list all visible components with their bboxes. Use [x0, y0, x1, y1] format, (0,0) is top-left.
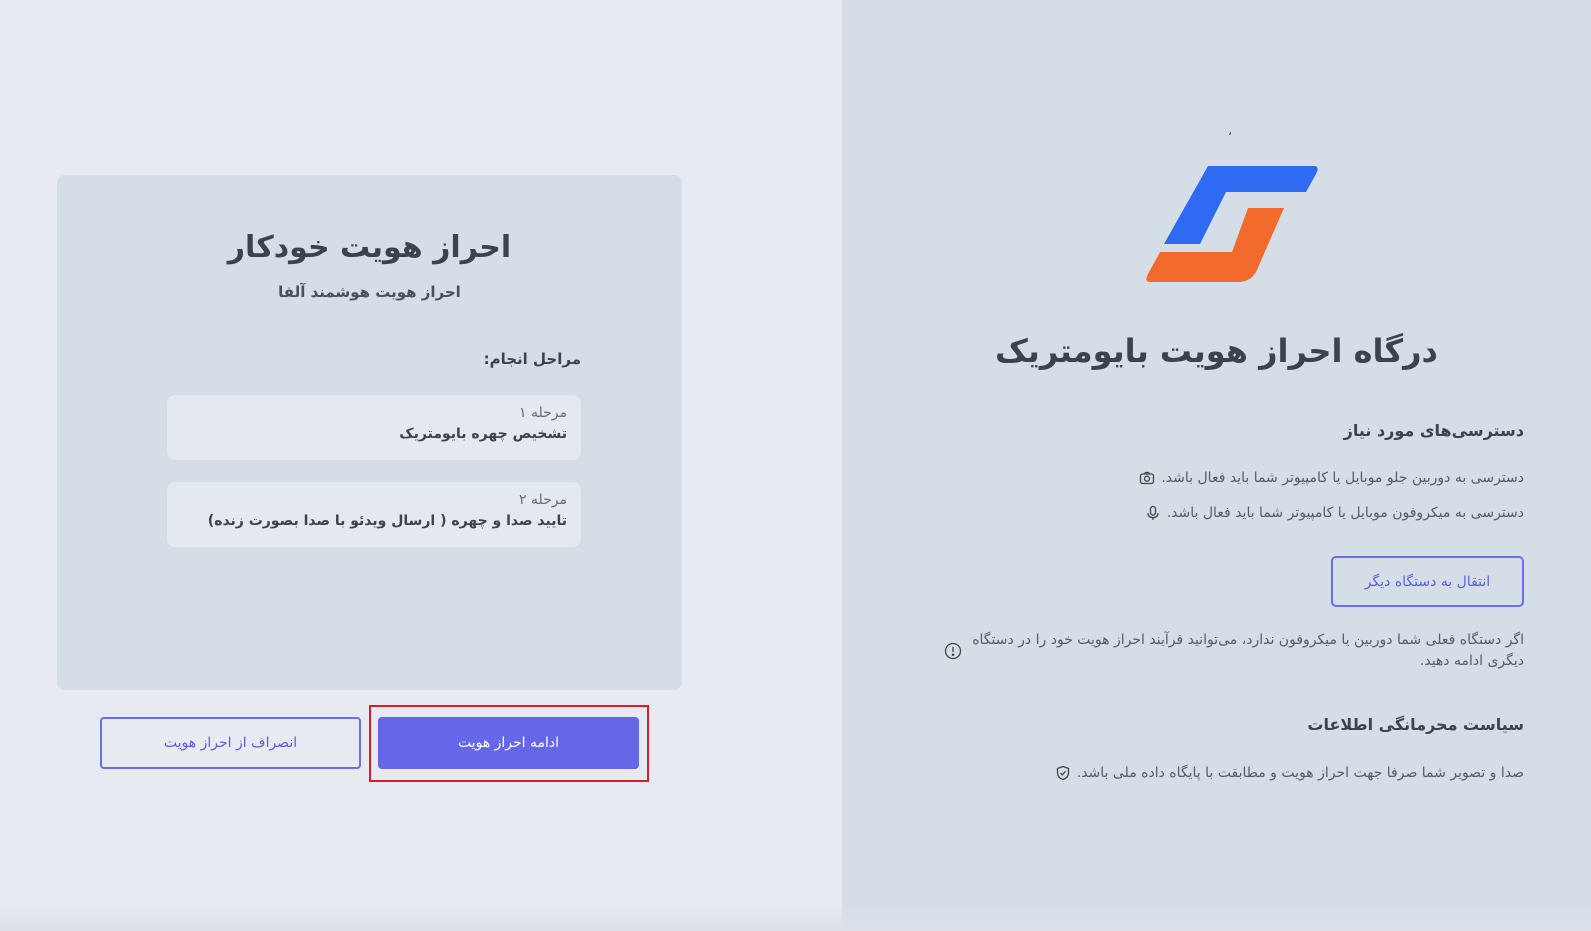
step-description: تشخیص چهره بایومتریک [399, 426, 567, 442]
auto-auth-card: احراز هویت خودکار احراز هویت هوشمند آلفا… [57, 175, 682, 690]
microphone-requirement-text: دسترسی به میکروفون موبایل یا کامپیوتر شم… [1166, 505, 1524, 521]
camera-requirement: دسترسی به دوربین جلو موبایل یا کامپیوتر … [1139, 470, 1524, 486]
bottom-fade [0, 905, 1591, 931]
privacy-heading: سیاست محرمانگی اطلاعات [1307, 715, 1524, 734]
steps-heading: مراحل انجام: [483, 350, 581, 368]
step-item: مرحله ۲ تایید صدا و چهره ( ارسال ویدئو ب… [167, 482, 581, 547]
step-description: تایید صدا و چهره ( ارسال ویدئو با صدا بص… [207, 513, 567, 529]
step-item: مرحله ۱ تشخیص چهره بایومتریک [167, 395, 581, 460]
transfer-info: اگر دستگاه فعلی شما دوربین یا میکروفون ن… [944, 630, 1524, 672]
step-label: مرحله ۱ [519, 405, 567, 421]
tiny-mark: ، [1228, 124, 1232, 138]
privacy-text: صدا و تصویر شما صرفا جهت احراز هویت و مط… [1076, 765, 1524, 781]
portal-title: درگاه احراز هویت بایومتریک [995, 332, 1438, 370]
transfer-info-text: اگر دستگاه فعلی شما دوربین یا میکروفون ن… [972, 632, 1524, 669]
requirements-heading: دسترسی‌های مورد نیاز [1343, 421, 1524, 440]
info-panel: ، درگاه احراز هویت بایومتریک دسترسی‌های … [842, 0, 1591, 931]
brand-logo-icon [1146, 166, 1318, 282]
shield-check-icon [1056, 765, 1069, 781]
privacy-line: صدا و تصویر شما صرفا جهت احراز هویت و مط… [1055, 765, 1524, 781]
camera-requirement-text: دسترسی به دوربین جلو موبایل یا کامپیوتر … [1161, 470, 1524, 486]
camera-icon [1140, 471, 1155, 485]
microphone-requirement: دسترسی به میکروفون موبایل یا کامپیوتر شم… [1145, 505, 1524, 521]
cancel-auth-button[interactable]: انصراف از احراز هویت [100, 717, 361, 769]
microphone-icon [1147, 505, 1159, 520]
info-icon [944, 642, 962, 660]
card-subtitle: احراز هویت هوشمند آلفا [278, 283, 461, 301]
step-label: مرحله ۲ [519, 492, 567, 508]
continue-auth-button[interactable]: ادامه احراز هویت [378, 717, 639, 769]
card-title: احراز هویت خودکار [227, 230, 512, 265]
transfer-device-button[interactable]: انتقال به دستگاه دیگر [1331, 556, 1524, 607]
